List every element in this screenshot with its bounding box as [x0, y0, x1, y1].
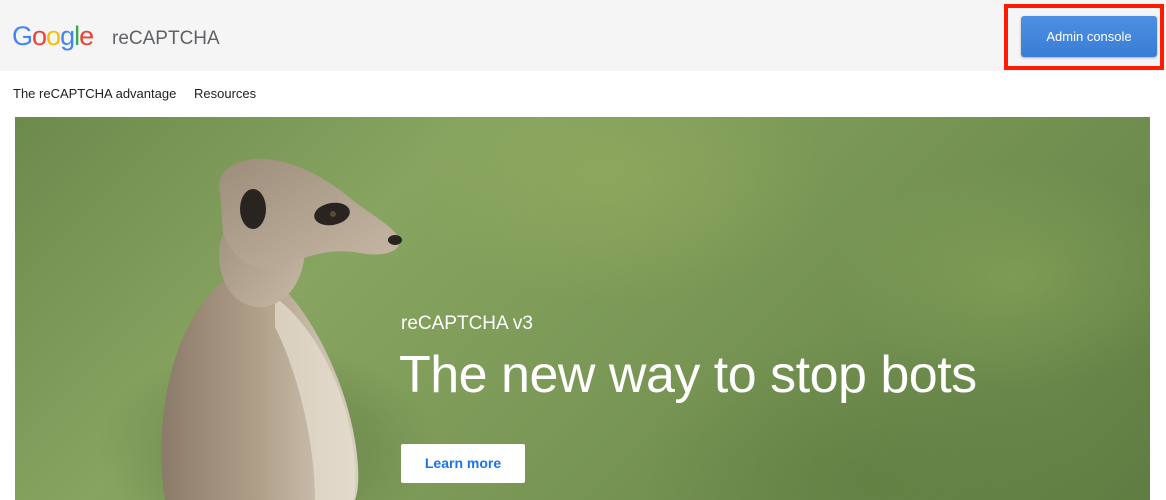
hero-title: The new way to stop bots	[399, 346, 977, 404]
secondary-nav: The reCAPTCHA advantage Resources	[0, 71, 1166, 117]
nav-item-recaptcha-advantage[interactable]: The reCAPTCHA advantage	[13, 86, 176, 101]
hero-subtitle: reCAPTCHA v3	[401, 313, 533, 334]
logo-letter: e	[79, 21, 94, 51]
meerkat-photo	[161, 158, 402, 500]
meerkat-ear	[240, 189, 266, 229]
meerkat-nose	[388, 235, 402, 245]
nav-item-resources[interactable]: Resources	[194, 86, 256, 101]
logo-letter: o	[46, 21, 61, 51]
meerkat-eye	[330, 211, 336, 217]
admin-console-button[interactable]: Admin console	[1021, 16, 1157, 57]
learn-more-button[interactable]: Learn more	[401, 444, 525, 483]
google-logo[interactable]: Google	[12, 21, 94, 51]
logo-letter: o	[32, 21, 47, 51]
top-header: Google reCAPTCHA Admin console	[0, 0, 1166, 71]
logo-letter: g	[60, 21, 75, 51]
logo-letter: G	[12, 21, 33, 51]
product-name[interactable]: reCAPTCHA	[112, 28, 220, 50]
hero-banner: reCAPTCHA v3 The new way to stop bots Le…	[15, 117, 1150, 500]
